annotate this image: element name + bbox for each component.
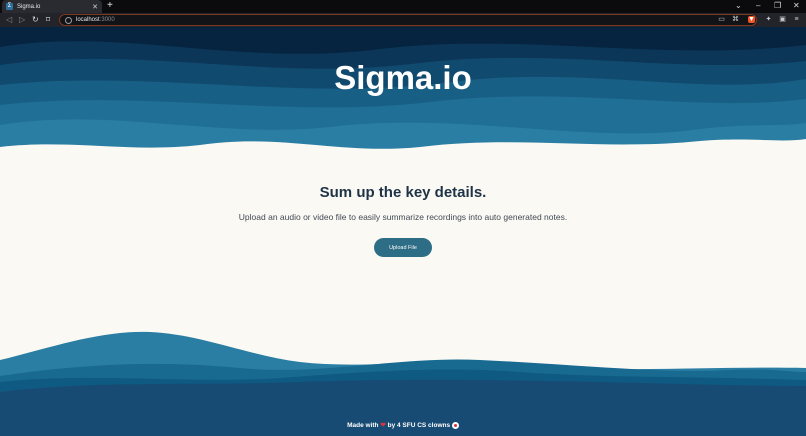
bookmark-icon[interactable]: ⌑: [46, 15, 50, 25]
description-text: Upload an audio or video file to easily …: [238, 212, 568, 222]
wallet-icon[interactable]: ▣: [779, 16, 786, 23]
footer-credit: Made with ❤ by 4 SFU CS clowns: [0, 421, 806, 429]
close-window-icon[interactable]: ✕: [793, 1, 800, 10]
footer-waves: [0, 331, 806, 436]
footer: Made with ❤ by 4 SFU CS clowns: [0, 320, 806, 436]
back-icon[interactable]: ◁: [6, 15, 12, 25]
site-title: Sigma.io: [334, 59, 472, 96]
browser-toolbar: ◁ ▷ ↻ ⌑ localhost:3000 ▭ ⌘ ▼ ✦ ▣ ≡: [0, 13, 806, 27]
cast-icon[interactable]: ▭: [718, 16, 725, 23]
url-port: :3000: [99, 17, 115, 23]
url-host: localhost: [76, 17, 100, 23]
tab-search-icon[interactable]: ⌄: [735, 1, 742, 10]
headline: Sum up the key details.: [319, 184, 487, 201]
menu-icon[interactable]: ≡: [793, 16, 800, 23]
new-tab-button[interactable]: +: [107, 1, 113, 11]
share-icon[interactable]: ⌘: [732, 16, 739, 23]
heart-icon: ❤: [380, 422, 386, 429]
clown-icon: [451, 421, 459, 429]
made-with-text: Made with: [347, 422, 379, 429]
restore-icon[interactable]: ❐: [774, 1, 781, 10]
upload-file-button[interactable]: Upload File: [374, 238, 432, 257]
forward-icon[interactable]: ▷: [19, 15, 25, 25]
tab-title: Sigma.io: [17, 3, 41, 10]
browser-tab[interactable]: Σ Sigma.io ✕: [2, 0, 102, 13]
hero-banner: Sigma.io: [0, 27, 806, 167]
sigma-favicon-icon: Σ: [6, 3, 13, 10]
minimize-icon[interactable]: –: [756, 1, 760, 10]
hero-waves: [0, 27, 806, 167]
address-bar[interactable]: localhost:3000: [59, 14, 757, 26]
browser-tab-bar: Σ Sigma.io ✕ + ⌄ – ❐ ✕: [0, 0, 806, 13]
close-tab-icon[interactable]: ✕: [92, 3, 98, 11]
credit-text: by 4 SFU CS clowns: [387, 422, 451, 429]
extensions-icon[interactable]: ✦: [765, 16, 772, 23]
brave-shields-icon[interactable]: ▼: [748, 16, 755, 23]
reload-icon[interactable]: ↻: [32, 15, 39, 25]
site-info-icon[interactable]: [65, 16, 72, 24]
